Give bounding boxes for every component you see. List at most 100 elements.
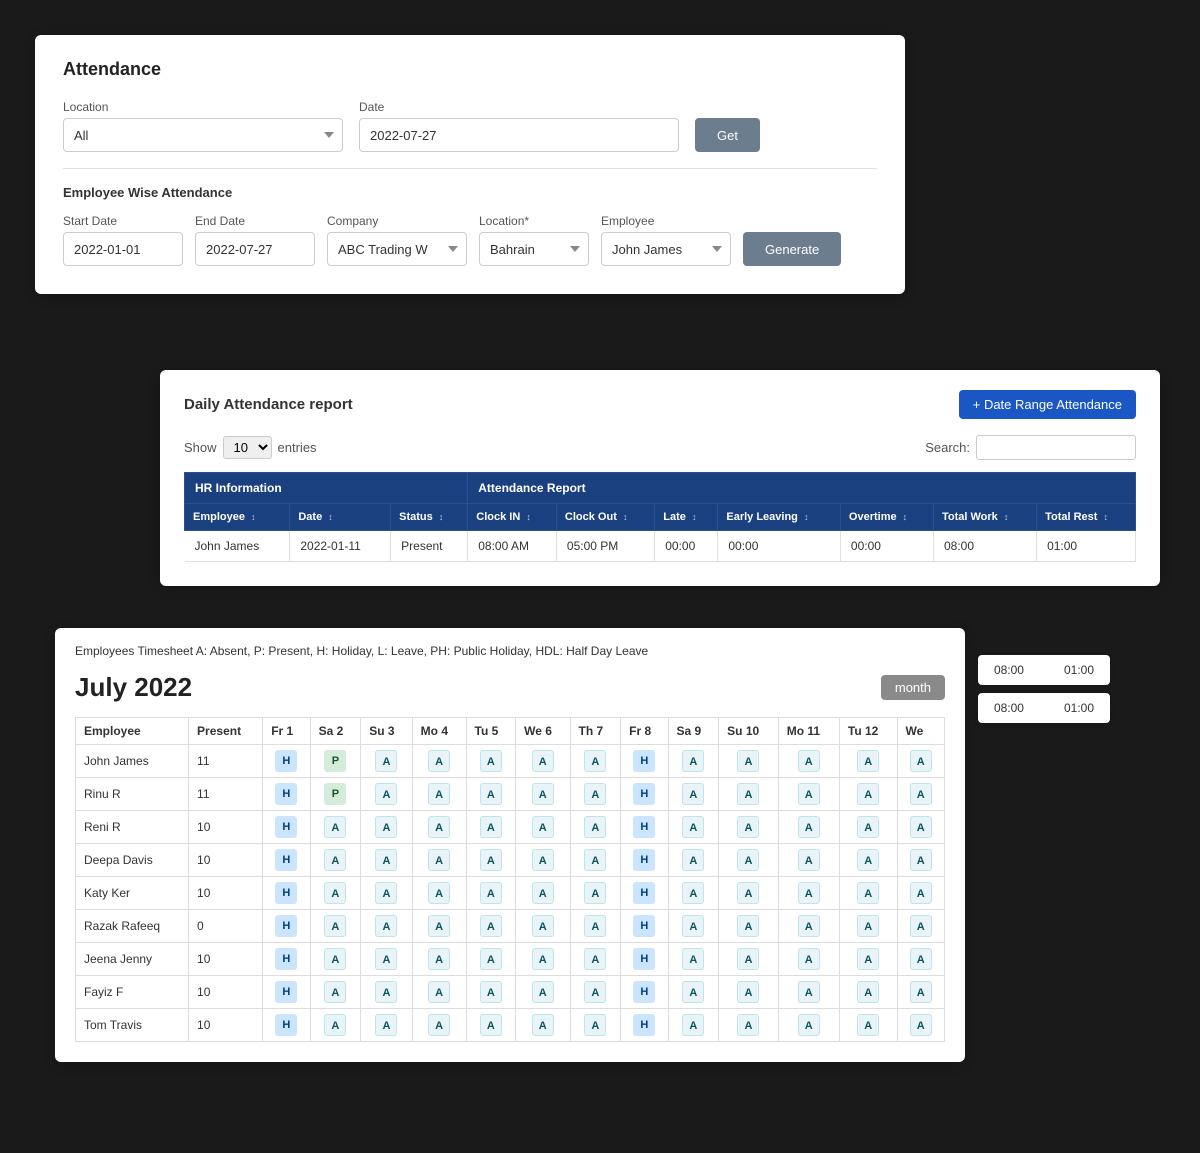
timesheet-col-header: Present	[189, 718, 263, 745]
badge-a: A	[682, 783, 704, 805]
location-label: Location	[63, 100, 343, 114]
day-cell: A	[310, 877, 361, 910]
list-item: Reni R10HAAAAAAHAAAAA	[76, 811, 945, 844]
badge-a: A	[375, 948, 397, 970]
entries-select[interactable]: 10	[223, 436, 272, 459]
badge-p: P	[324, 783, 346, 805]
col-total-work: Total Work ↕	[933, 504, 1036, 531]
end-date-input[interactable]	[195, 232, 315, 266]
day-cell: A	[516, 811, 570, 844]
location2-select[interactable]: Bahrain	[479, 232, 589, 266]
badge-h: H	[633, 849, 655, 871]
get-button[interactable]: Get	[695, 118, 760, 152]
badge-a: A	[480, 948, 502, 970]
timesheet-col-header: Sa 9	[668, 718, 719, 745]
list-item: Fayiz F10HAAAAAAHAAAAA	[76, 976, 945, 1009]
right-row-1: 08:00 01:00	[978, 655, 1110, 685]
sort-icon-date[interactable]: ↕	[328, 512, 333, 522]
search-input[interactable]	[976, 435, 1136, 460]
location-select[interactable]: All	[63, 118, 343, 152]
ts-employee: Tom Travis	[76, 1009, 189, 1042]
badge-a: A	[375, 750, 397, 772]
badge-a: A	[480, 849, 502, 871]
employee-select[interactable]: John James	[601, 232, 731, 266]
day-cell: H	[621, 877, 668, 910]
search-label: Search:	[925, 440, 970, 455]
sort-icon-employee[interactable]: ↕	[251, 512, 256, 522]
badge-h: H	[633, 750, 655, 772]
day-cell: A	[516, 877, 570, 910]
badge-h: H	[633, 783, 655, 805]
sort-icon-late[interactable]: ↕	[692, 512, 697, 522]
sort-icon-early-leaving[interactable]: ↕	[804, 512, 809, 522]
day-cell: A	[466, 1009, 516, 1042]
day-cell: A	[570, 745, 621, 778]
timesheet-col-header: We	[897, 718, 944, 745]
badge-a: A	[480, 981, 502, 1003]
sort-icon-total-rest[interactable]: ↕	[1104, 512, 1109, 522]
badge-a: A	[532, 948, 554, 970]
badge-a: A	[857, 882, 879, 904]
date-input[interactable]	[359, 118, 679, 152]
daily-table-body: John James 2022-01-11 Present 08:00 AM 0…	[185, 531, 1136, 562]
badge-a: A	[375, 981, 397, 1003]
sort-icon-status[interactable]: ↕	[439, 512, 444, 522]
day-cell: H	[621, 910, 668, 943]
day-cell: A	[897, 778, 944, 811]
timesheet-col-header: Employee	[76, 718, 189, 745]
day-cell: A	[668, 1009, 719, 1042]
day-cell: A	[516, 778, 570, 811]
badge-a: A	[428, 750, 450, 772]
day-cell: H	[621, 976, 668, 1009]
day-cell: A	[897, 1009, 944, 1042]
badge-a: A	[910, 948, 932, 970]
sort-icon-total-work[interactable]: ↕	[1004, 512, 1009, 522]
badge-a: A	[428, 1014, 450, 1036]
generate-button[interactable]: Generate	[743, 232, 841, 266]
col-employee: Employee ↕	[185, 504, 290, 531]
day-cell: A	[361, 943, 412, 976]
badge-h: H	[275, 816, 297, 838]
badge-a: A	[428, 849, 450, 871]
badge-a: A	[532, 816, 554, 838]
badge-a: A	[798, 915, 820, 937]
month-title: July 2022	[75, 672, 192, 703]
badge-a: A	[910, 915, 932, 937]
day-cell: A	[361, 778, 412, 811]
badge-a: A	[428, 981, 450, 1003]
company-select[interactable]: ABC Trading W	[327, 232, 467, 266]
day-cell: A	[412, 943, 466, 976]
ts-employee: Jeena Jenny	[76, 943, 189, 976]
badge-a: A	[857, 783, 879, 805]
badge-a: A	[480, 1014, 502, 1036]
day-cell: A	[516, 976, 570, 1009]
filter-row-2: Start Date End Date Company ABC Trading …	[63, 214, 877, 266]
badge-a: A	[682, 750, 704, 772]
day-cell: P	[310, 778, 361, 811]
col-late: Late ↕	[655, 504, 718, 531]
day-cell: A	[719, 745, 779, 778]
right-row-2-rest: 01:00	[1064, 701, 1094, 715]
show-entries: Show 10 entries	[184, 436, 317, 459]
badge-a: A	[857, 750, 879, 772]
badge-a: A	[480, 915, 502, 937]
timesheet-col-header: Tu 12	[839, 718, 897, 745]
sort-icon-clock-out[interactable]: ↕	[623, 512, 628, 522]
day-cell: A	[466, 943, 516, 976]
day-cell: H	[263, 844, 310, 877]
date-range-button[interactable]: + Date Range Attendance	[959, 390, 1136, 419]
badge-a: A	[737, 816, 759, 838]
day-cell: H	[621, 943, 668, 976]
timesheet-col-header: Tu 5	[466, 718, 516, 745]
sort-icon-overtime[interactable]: ↕	[903, 512, 908, 522]
day-cell: A	[719, 1009, 779, 1042]
month-button[interactable]: month	[881, 675, 945, 700]
day-cell: H	[263, 745, 310, 778]
col-clock-out: Clock Out ↕	[556, 504, 654, 531]
sort-icon-clock-in[interactable]: ↕	[526, 512, 531, 522]
badge-a: A	[910, 1014, 932, 1036]
start-date-input[interactable]	[63, 232, 183, 266]
col-header-row: Employee ↕ Date ↕ Status ↕ Clock IN ↕ Cl…	[185, 504, 1136, 531]
day-cell: A	[719, 943, 779, 976]
badge-a: A	[532, 849, 554, 871]
